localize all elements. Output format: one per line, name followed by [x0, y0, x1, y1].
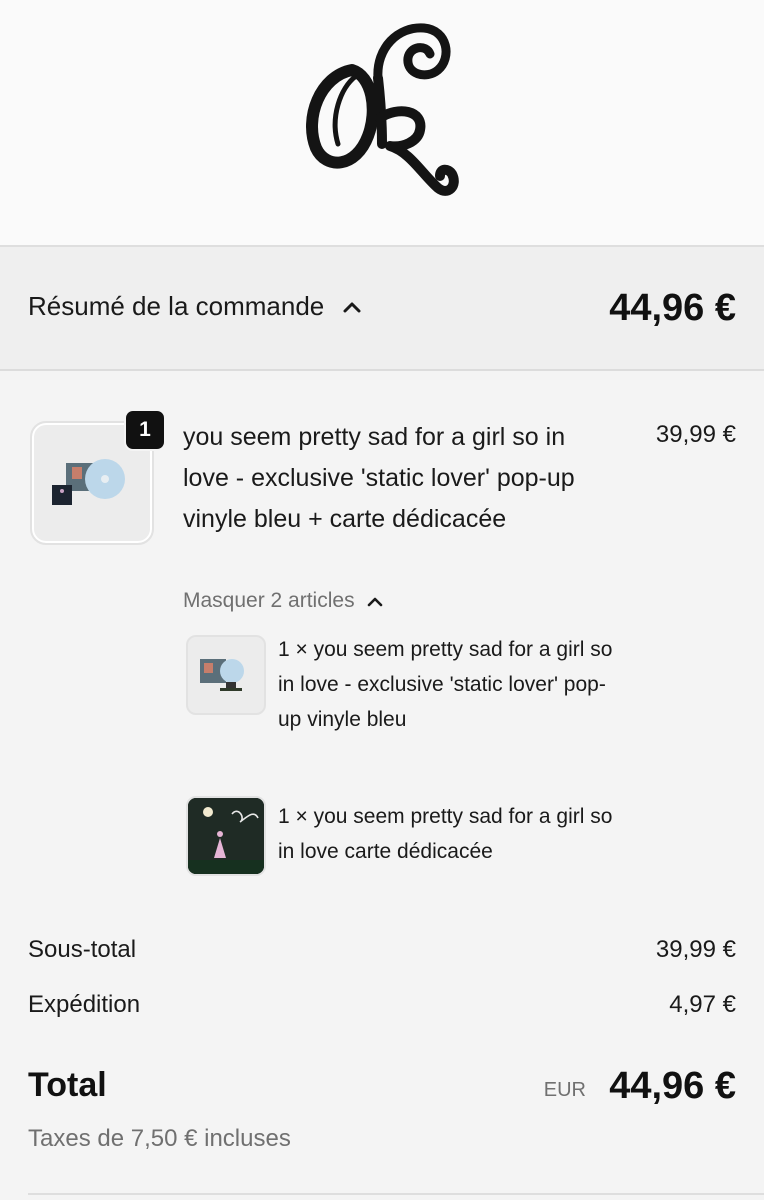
- bundle-item-thumbnail: [186, 796, 266, 876]
- total-value: 44,96 €: [609, 1065, 736, 1107]
- taxes-note: Taxes de 7,50 € incluses: [28, 1125, 291, 1152]
- store-header: [0, 0, 764, 247]
- brand-logo[interactable]: [290, 18, 470, 198]
- bundle-item-thumbnail: [186, 635, 266, 715]
- order-summary-label: Résumé de la commande: [28, 291, 325, 321]
- product-price: 39,99 €: [655, 421, 736, 448]
- summary-total-amount: 44,96 €: [609, 287, 736, 329]
- total-label: Total: [28, 1066, 107, 1104]
- hide-items-label: Masquer 2 articles: [183, 589, 355, 612]
- checkout-page: Résumé de la commande 44,96 € 1 you seem…: [0, 0, 764, 1200]
- hide-items-toggle[interactable]: Masquer 2 articles: [183, 589, 383, 613]
- divider: [28, 1193, 764, 1195]
- subtotal-label: Sous-total: [28, 936, 137, 963]
- order-summary-toggle[interactable]: Résumé de la commande: [28, 291, 362, 322]
- chevron-up-icon: [343, 302, 361, 312]
- product-title: you seem pretty sad for a girl so in lov…: [183, 423, 575, 533]
- subtotal-value: 39,99 €: [655, 936, 736, 963]
- signed-card-image: [188, 798, 264, 874]
- chevron-up-icon: [367, 597, 382, 606]
- order-summary-bar: Résumé de la commande 44,96 €: [0, 247, 764, 371]
- total-currency: EUR: [543, 1079, 586, 1101]
- shipping-label: Expédition: [28, 991, 141, 1018]
- bundle-item-label: 1 × you seem pretty sad for a girl so in…: [278, 805, 613, 863]
- quantity-badge: 1: [124, 409, 166, 451]
- vinyl-image: [200, 659, 244, 691]
- shipping-value: 4,97 €: [669, 991, 736, 1018]
- bundle-item-label: 1 × you seem pretty sad for a girl so in…: [278, 638, 613, 731]
- order-summary-content: 1 you seem pretty sad for a girl so in l…: [0, 371, 764, 1200]
